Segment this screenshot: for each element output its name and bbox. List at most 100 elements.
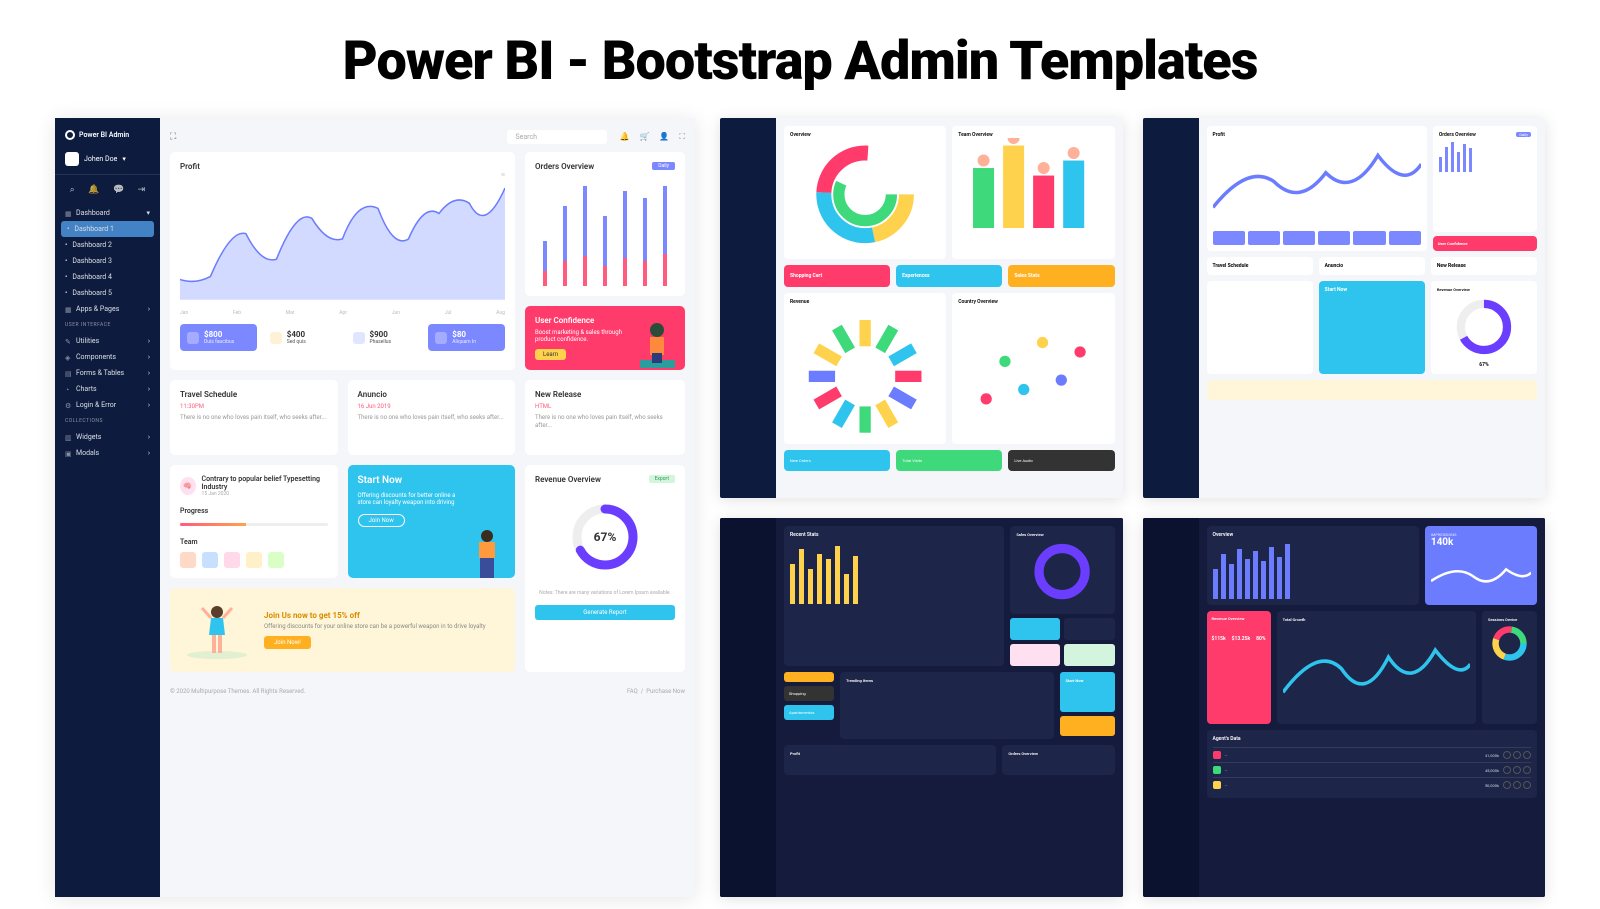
sidebar-login[interactable]: ⚙Login & Error›: [55, 397, 160, 413]
revenue-mini: Revenue: [784, 293, 946, 444]
agents-mini: Agent's Data —41,000k —45,000k —50,000k: [1207, 730, 1538, 798]
purchase-link[interactable]: Purchase Now: [646, 688, 685, 695]
profit-mini: Profit: [784, 745, 996, 775]
profit-title: Profit: [180, 162, 505, 171]
thumbnail-4[interactable]: Overview IMPRESSIONS 140k Revenue Overvi…: [1143, 518, 1546, 898]
join-promo-button[interactable]: Join Now!: [264, 636, 311, 649]
dancer-illustration: [182, 600, 252, 660]
release-sub: HTML: [535, 403, 675, 410]
progress-card: 🧠 Contrary to popular belief Typesetting…: [170, 465, 338, 578]
revenue-note: Notes: There are many variations of Lore…: [535, 590, 675, 597]
profit-axis: JanFebMarAprJunJulAug: [180, 310, 505, 316]
money-icon: [187, 332, 199, 344]
learn-button[interactable]: Learn: [535, 349, 566, 360]
confidence-card: User Confidence Boost marketing & sales …: [525, 306, 685, 370]
thumbnail-grid: Overview Team Overview Shopping Cart Exp…: [720, 118, 1545, 897]
release-card: New Release HTML There is no one who lov…: [525, 380, 685, 455]
sidebar-apps[interactable]: ▦Apps & Pages›: [55, 301, 160, 317]
edit-icon: [270, 332, 282, 344]
sales-stat-chip: [784, 672, 834, 682]
logo-icon: [65, 130, 75, 140]
menu-icon[interactable]: ≡: [501, 171, 505, 179]
faq-link[interactable]: FAQ: [627, 688, 638, 695]
generate-report-button[interactable]: Generate Report: [535, 605, 675, 620]
thumbnail-2[interactable]: Profit Orders OverviewDaily User Confide…: [1143, 118, 1546, 498]
kpi-2: $400Sed quis: [263, 324, 340, 351]
rev-mini: [1060, 716, 1115, 736]
search-input[interactable]: Search: [507, 130, 607, 144]
popular-date: 15 Jan 2020: [202, 491, 328, 497]
brain-icon: 🧠: [180, 477, 196, 495]
join-button[interactable]: Join Now: [358, 514, 405, 527]
team-avatars: [180, 552, 328, 568]
conf-mini: User Confidence: [1433, 236, 1537, 251]
orders-chart: [535, 186, 675, 286]
release-text: There is no one who loves pain itself, w…: [535, 414, 675, 431]
start-title: Start Now: [358, 475, 506, 486]
sales-chip: Sales Stats: [1008, 265, 1114, 287]
travel-mini: Travel Schedule: [1207, 257, 1313, 275]
avatar: [268, 552, 284, 568]
revenue-title: Revenue Overview: [535, 475, 601, 484]
section-ui: USER INTERFACE: [55, 317, 160, 333]
section-collections: COLLECTIONS: [55, 413, 160, 429]
sidebar-modals[interactable]: ▣Modals›: [55, 445, 160, 461]
progress-label: Progress: [180, 507, 328, 515]
shopping-chip: Shopping Cart: [784, 265, 890, 287]
promo-card: Join Us now to get 15% off Offering disc…: [170, 588, 515, 672]
travel-time: 11:30PM: [180, 403, 328, 410]
daily-badge[interactable]: Daily: [652, 162, 675, 170]
expand-icon[interactable]: ⛶: [170, 132, 176, 142]
kpi-4: $80Aliquam In: [428, 324, 505, 351]
bell-icon[interactable]: 🔔: [88, 185, 99, 195]
copyright: © 2020 Multipurpose Themes. All Rights R…: [170, 688, 305, 695]
country-mini: Country Overview: [952, 293, 1114, 444]
brand-text: Power BI Admin: [79, 131, 129, 139]
sidebar-dashboard-1[interactable]: •Dashboard 1: [61, 221, 154, 237]
brand-logo[interactable]: Power BI Admin: [55, 126, 160, 144]
start-desc: Offering discounts for better online a s…: [358, 492, 458, 506]
search-icon[interactable]: ⌕: [70, 185, 75, 195]
sessions-mini: Sessions Device: [1482, 611, 1537, 724]
kpi-3: $900Phasellus: [346, 324, 423, 351]
thumbnail-1[interactable]: Overview Team Overview Shopping Cart Exp…: [720, 118, 1123, 498]
sidebar-components[interactable]: ◈Components›: [55, 349, 160, 365]
sidebar-charts[interactable]: ◔Charts›: [55, 381, 160, 397]
sidebar-dashboard-3[interactable]: •Dashboard 3: [55, 253, 160, 269]
confidence-desc: Boost marketing & sales through product …: [535, 329, 625, 343]
avatar: [65, 152, 79, 166]
profit-chart: [180, 183, 505, 298]
user-icon[interactable]: 👤: [659, 132, 669, 142]
sidebar-dashboard-5[interactable]: •Dashboard 5: [55, 285, 160, 301]
sidebar-utilities[interactable]: ✎Utilities›: [55, 333, 160, 349]
avatar: [180, 552, 196, 568]
fullscreen-icon[interactable]: ⛶: [679, 132, 685, 142]
anuncio-mini: Anuncio: [1319, 257, 1425, 275]
logout-icon[interactable]: ⇥: [138, 185, 146, 195]
recent-mini: Recent Stats: [784, 526, 1004, 666]
cart-icon[interactable]: 🛒: [639, 132, 649, 142]
sidebar-forms[interactable]: ▤Forms & Tables›: [55, 365, 160, 381]
travel-text: There is no one who loves pain itself, w…: [180, 414, 328, 422]
export-badge[interactable]: Export: [649, 475, 675, 483]
thumbnail-3[interactable]: Recent Stats Sales Overview Shopping Apa…: [720, 518, 1123, 898]
travel-title: Travel Schedule: [180, 390, 328, 399]
avatar: [202, 552, 218, 568]
progress-bar: [180, 523, 328, 526]
kpi-1: $800Duis faucibus: [180, 324, 257, 351]
sidebar-dashboard-2[interactable]: •Dashboard 2: [55, 237, 160, 253]
user-profile[interactable]: Johen Doe▾: [55, 144, 160, 175]
chat-icon[interactable]: 💬: [113, 185, 124, 195]
sidebar-dashboard[interactable]: ▦Dashboard▾: [55, 205, 160, 221]
sales-mini: Sales Overview: [1010, 526, 1114, 614]
avatar: [246, 552, 262, 568]
bell-icon[interactable]: 🔔: [619, 132, 629, 142]
anuncio-text: There is no one who loves pain itself, w…: [358, 414, 506, 422]
sidebar-dashboard-4[interactable]: •Dashboard 4: [55, 269, 160, 285]
travel-card: Travel Schedule 11:30PM There is no one …: [170, 380, 338, 455]
trending-mini: Trending Items: [840, 672, 1054, 739]
chart-icon: [435, 332, 447, 344]
sidebar-widgets[interactable]: ▥Widgets›: [55, 429, 160, 445]
team-label: Team: [180, 538, 328, 546]
revenue-card: Revenue Overview Export 67% Notes: There…: [525, 465, 685, 672]
